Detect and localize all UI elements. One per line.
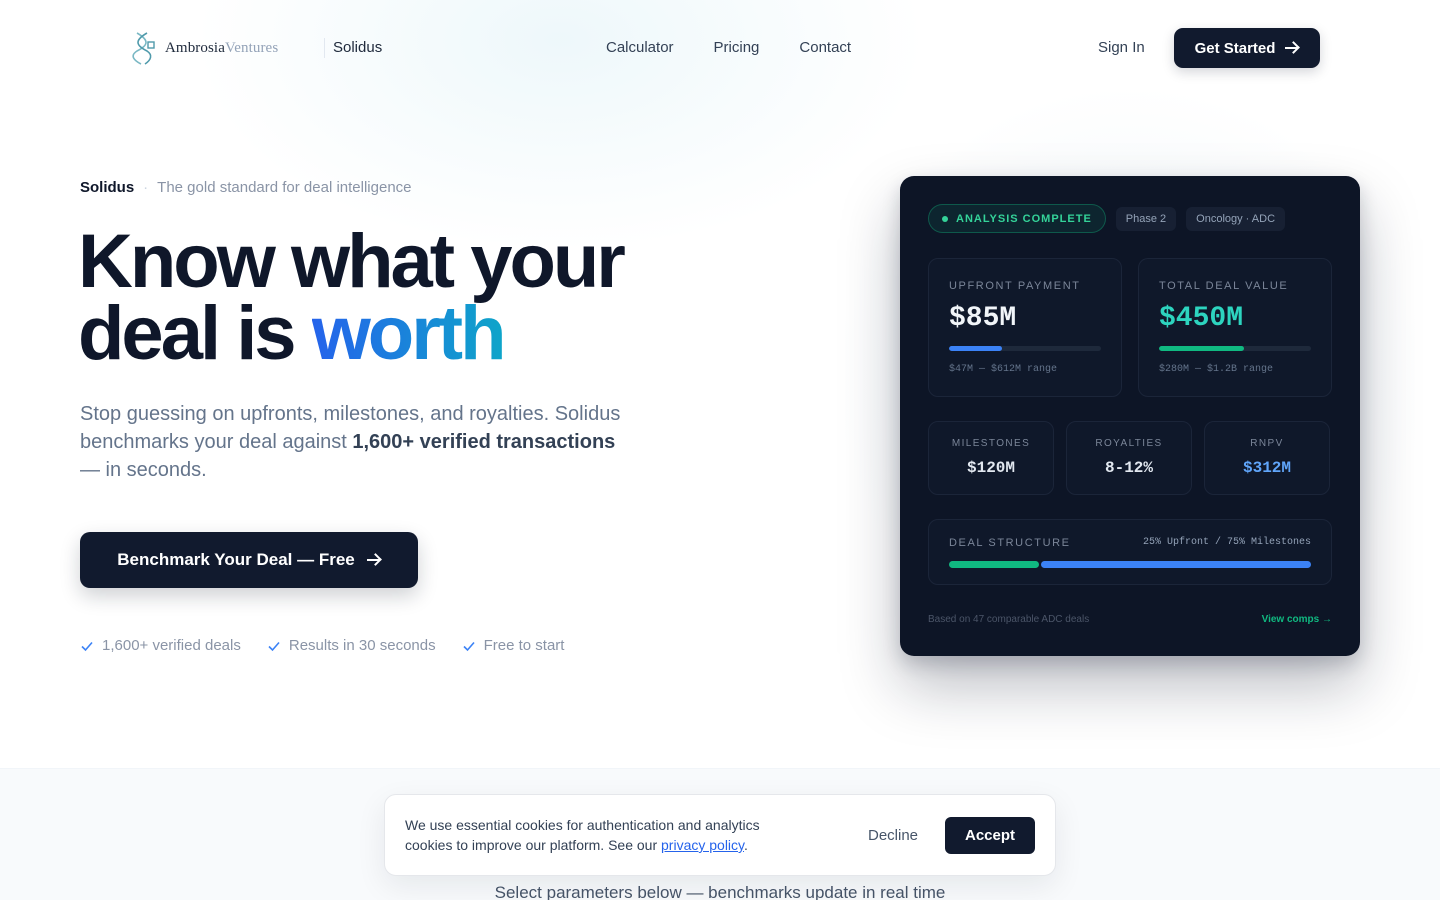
status-badge: ANALYSIS COMPLETE (928, 204, 1106, 233)
nav-product-name[interactable]: Solidus (333, 38, 382, 58)
indication-tag: Oncology · ADC (1186, 206, 1286, 231)
upfront-segment (949, 561, 1039, 568)
logo-wordmark: AmbrosiaVentures (165, 40, 278, 57)
nav-link-pricing[interactable]: Pricing (714, 38, 760, 58)
stat-label: ROYALTIES (1095, 438, 1163, 449)
logo-secondary: Ventures (224, 39, 279, 56)
hero-subtitle: Stop guessing on upfronts, milestones, a… (80, 400, 640, 484)
cookie-message: We use essential cookies for authenticat… (405, 815, 805, 855)
check-item-free-start: Free to start (462, 636, 565, 656)
stat-value: 8-12% (1104, 459, 1153, 477)
total-range-fill (1159, 346, 1245, 351)
check-label: Results in 30 seconds (288, 637, 436, 654)
total-range-bar (1159, 346, 1311, 351)
status-dot-icon (942, 215, 948, 222)
nav-link-calculator[interactable]: Calculator (606, 38, 674, 58)
upfront-range-bar (949, 346, 1101, 351)
check-label: Free to start (483, 637, 565, 654)
decline-button[interactable]: Decline (868, 826, 918, 846)
checkmark-icon (463, 641, 475, 652)
milestones-segment (1041, 561, 1311, 568)
hero-sub-bold: 1,600+ verified transactions (352, 431, 616, 453)
checkmark-icon (81, 641, 93, 652)
dna-helix-icon (132, 32, 155, 65)
benchmark-deal-button[interactable]: Benchmark Your Deal — Free (80, 532, 418, 588)
structure-split-bar (949, 561, 1311, 568)
stat-value: $120M (966, 459, 1015, 477)
hero-sub-part2: — in seconds. (80, 459, 207, 481)
deal-structure-panel: DEAL STRUCTURE 25% Upfront / 75% Milesto… (928, 519, 1332, 585)
status-label: ANALYSIS COMPLETE (956, 212, 1092, 225)
logo-primary: Ambrosia (165, 39, 225, 56)
cta-label: Benchmark Your Deal — Free (117, 550, 355, 569)
eyebrow-separator: · (143, 179, 149, 196)
total-deal-value-stat: TOTAL DEAL VALUE $450M $280M — $1.2B ran… (1138, 258, 1332, 397)
royalties-stat: ROYALTIES 8-12% (1066, 421, 1192, 495)
arrow-right-icon (366, 554, 381, 566)
card-pill-row: ANALYSIS COMPLETE Phase 2 Oncology · ADC (928, 204, 1286, 233)
checkmark-icon (268, 641, 280, 652)
stat-label: TOTAL DEAL VALUE (1159, 280, 1289, 292)
cookie-banner: We use essential cookies for authenticat… (384, 794, 1056, 876)
nav-link-contact[interactable]: Contact (799, 38, 851, 58)
check-label: 1,600+ verified deals (102, 637, 241, 654)
stat-range: $47M — $612M range (949, 364, 1058, 375)
nav-divider (324, 38, 325, 58)
upfront-range-fill (949, 346, 1003, 351)
hero-eyebrow: Solidus · The gold standard for deal int… (80, 178, 412, 198)
get-started-button[interactable]: Get Started (1174, 28, 1320, 68)
cookie-period: . (744, 837, 748, 853)
deal-analysis-card: ANALYSIS COMPLETE Phase 2 Oncology · ADC… (900, 176, 1360, 656)
calculator-subtitle: Select parameters below — benchmarks upd… (494, 883, 946, 900)
arrow-right-icon (1285, 42, 1299, 54)
structure-split-text: 25% Upfront / 75% Milestones (1142, 537, 1311, 548)
eyebrow-brand: Solidus (80, 179, 135, 196)
feature-checks: 1,600+ verified deals Results in 30 seco… (80, 636, 564, 656)
accept-button[interactable]: Accept (945, 817, 1035, 854)
view-comps-link[interactable]: View comps → (1262, 614, 1332, 625)
stat-value: $85M (949, 303, 1017, 334)
sign-in-link[interactable]: Sign In (1098, 38, 1145, 58)
eyebrow-tagline: The gold standard for deal intelligence (157, 179, 412, 196)
check-item-results-speed: Results in 30 seconds (267, 636, 436, 656)
stat-value: $450M (1159, 303, 1244, 334)
upfront-payment-stat: UPFRONT PAYMENT $85M $47M — $612M range (928, 258, 1122, 397)
ambrosia-logo[interactable]: AmbrosiaVentures (131, 31, 278, 65)
hero-title: Know what your deal is worth (78, 224, 698, 372)
privacy-policy-link[interactable]: privacy policy (661, 837, 744, 853)
hero-title-accent: worth (311, 291, 507, 376)
check-item-verified-deals: 1,600+ verified deals (80, 636, 241, 656)
milestones-stat: MILESTONES $120M (928, 421, 1054, 495)
nav-links: Calculator Pricing Contact (606, 38, 851, 58)
structure-label: DEAL STRUCTURE (949, 537, 1071, 549)
card-footnote: Based on 47 comparable ADC deals (928, 614, 1090, 625)
rnpv-stat: RNPV $312M (1204, 421, 1330, 495)
stat-range: $280M — $1.2B range (1159, 364, 1274, 375)
stat-label: MILESTONES (951, 438, 1031, 449)
get-started-label: Get Started (1194, 39, 1276, 57)
stat-label: RNPV (1250, 438, 1284, 449)
phase-tag: Phase 2 (1115, 206, 1177, 231)
stat-value: $312M (1242, 459, 1291, 477)
stat-label: UPFRONT PAYMENT (949, 280, 1081, 292)
hero-title-line2: deal is (78, 291, 312, 376)
top-nav: AmbrosiaVentures Solidus Calculator Pric… (0, 0, 1440, 96)
